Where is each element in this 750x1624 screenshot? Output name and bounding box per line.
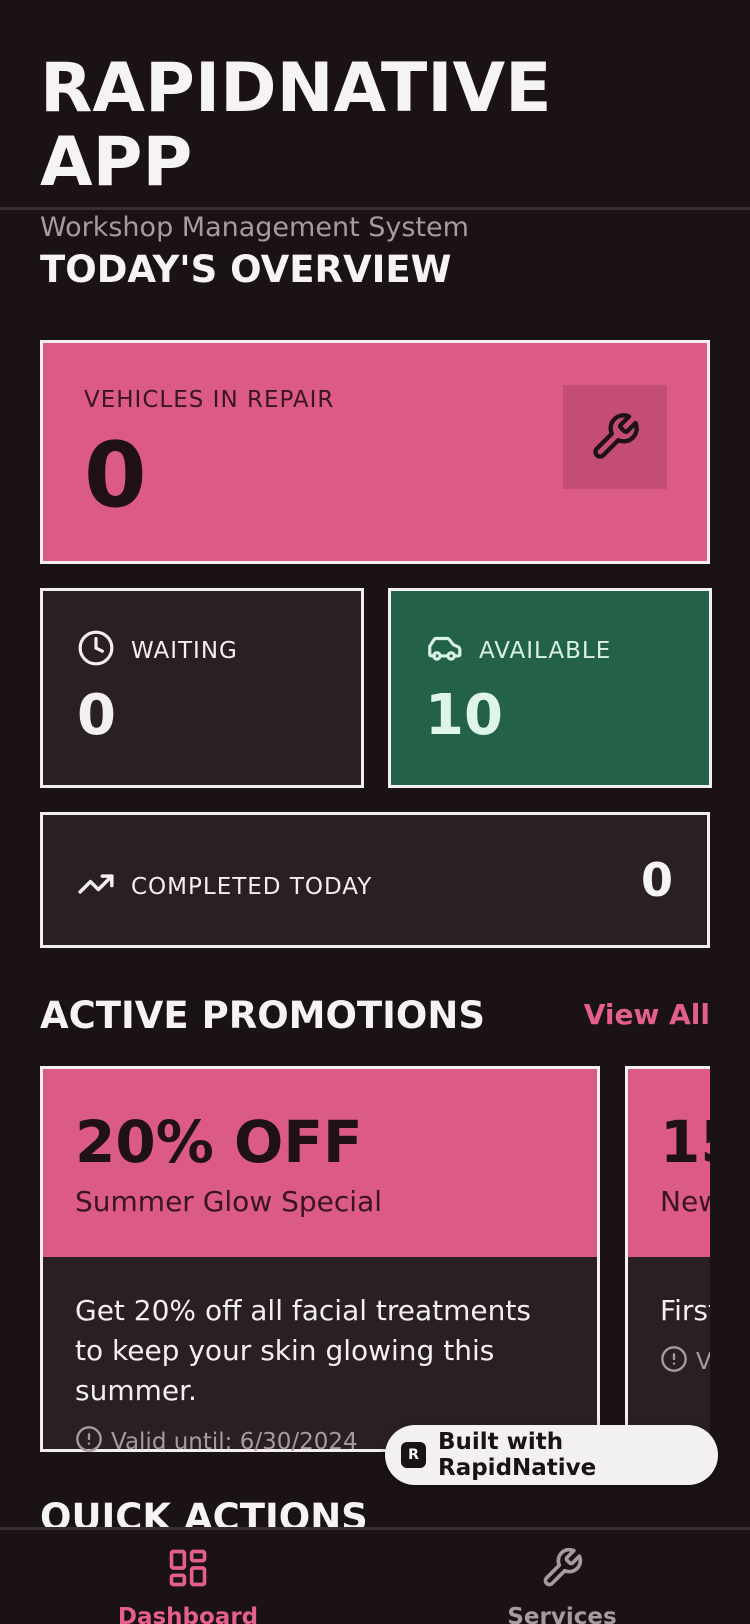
waiting-card[interactable]: WAITING 0 (40, 588, 364, 788)
promotion-valid-until: V (696, 1349, 710, 1375)
trending-up-icon (77, 865, 115, 909)
wrench-icon (540, 1546, 584, 1594)
promotion-description: Get 20% off all facial treatments to kee… (75, 1294, 531, 1407)
rapidnative-logo-icon: R (401, 1442, 426, 1468)
promotion-name: New (660, 1185, 710, 1218)
grid-icon (166, 1546, 210, 1594)
overview-title: TODAY'S OVERVIEW (40, 248, 452, 291)
waiting-label: WAITING (131, 638, 238, 664)
promotion-valid-until: Valid until: 6/30/2024 (111, 1429, 358, 1452)
app-title: RAPIDNATIVE APP (40, 49, 552, 202)
tab-dashboard-label: Dashboard (117, 1604, 259, 1624)
promotions-title: ACTIVE PROMOTIONS (40, 994, 485, 1037)
available-card[interactable]: AVAILABLE 10 (388, 588, 712, 788)
promotion-card[interactable]: 20% OFF Summer Glow Special Get 20% off … (40, 1066, 600, 1452)
bottom-tab-bar: Dashboard Services (0, 1527, 750, 1624)
promotion-name: Summer Glow Special (75, 1185, 383, 1218)
vehicles-in-repair-label: VEHICLES IN REPAIR (84, 387, 335, 413)
promotions-carousel[interactable]: 20% OFF Summer Glow Special Get 20% off … (40, 1066, 710, 1452)
completed-today-value: 0 (640, 853, 673, 907)
alert-circle-icon (660, 1345, 688, 1379)
tab-services[interactable]: Services (462, 1546, 662, 1624)
built-with-badge[interactable]: R Built with RapidNative (385, 1425, 718, 1485)
dashboard-screen: RAPIDNATIVE APP Workshop Management Syst… (0, 0, 750, 1624)
app-header: RAPIDNATIVE APP Workshop Management Syst… (0, 0, 750, 243)
promotion-card[interactable]: 15 New First their V (625, 1066, 710, 1452)
built-with-label: Built with RapidNative (437, 1429, 597, 1481)
promotion-description: First their (660, 1294, 710, 1327)
wrench-icon (563, 385, 667, 489)
app-subtitle: Workshop Management System (40, 212, 469, 243)
alert-circle-icon (75, 1425, 103, 1452)
tab-services-label: Services (507, 1604, 617, 1624)
completed-today-label: COMPLETED TODAY (131, 874, 373, 900)
available-value: 10 (425, 683, 503, 748)
car-icon (425, 629, 463, 673)
waiting-value: 0 (77, 683, 116, 748)
tab-dashboard[interactable]: Dashboard (88, 1546, 288, 1624)
vehicles-in-repair-value: 0 (84, 423, 147, 528)
promotion-discount: 20% OFF (75, 1108, 363, 1176)
vehicles-in-repair-card[interactable]: VEHICLES IN REPAIR 0 (40, 340, 710, 564)
available-label: AVAILABLE (479, 638, 612, 664)
clock-icon (77, 629, 115, 673)
view-all-promotions-link[interactable]: View All (584, 998, 710, 1031)
completed-today-card[interactable]: COMPLETED TODAY 0 (40, 812, 710, 948)
promotion-discount: 15 (660, 1108, 710, 1176)
